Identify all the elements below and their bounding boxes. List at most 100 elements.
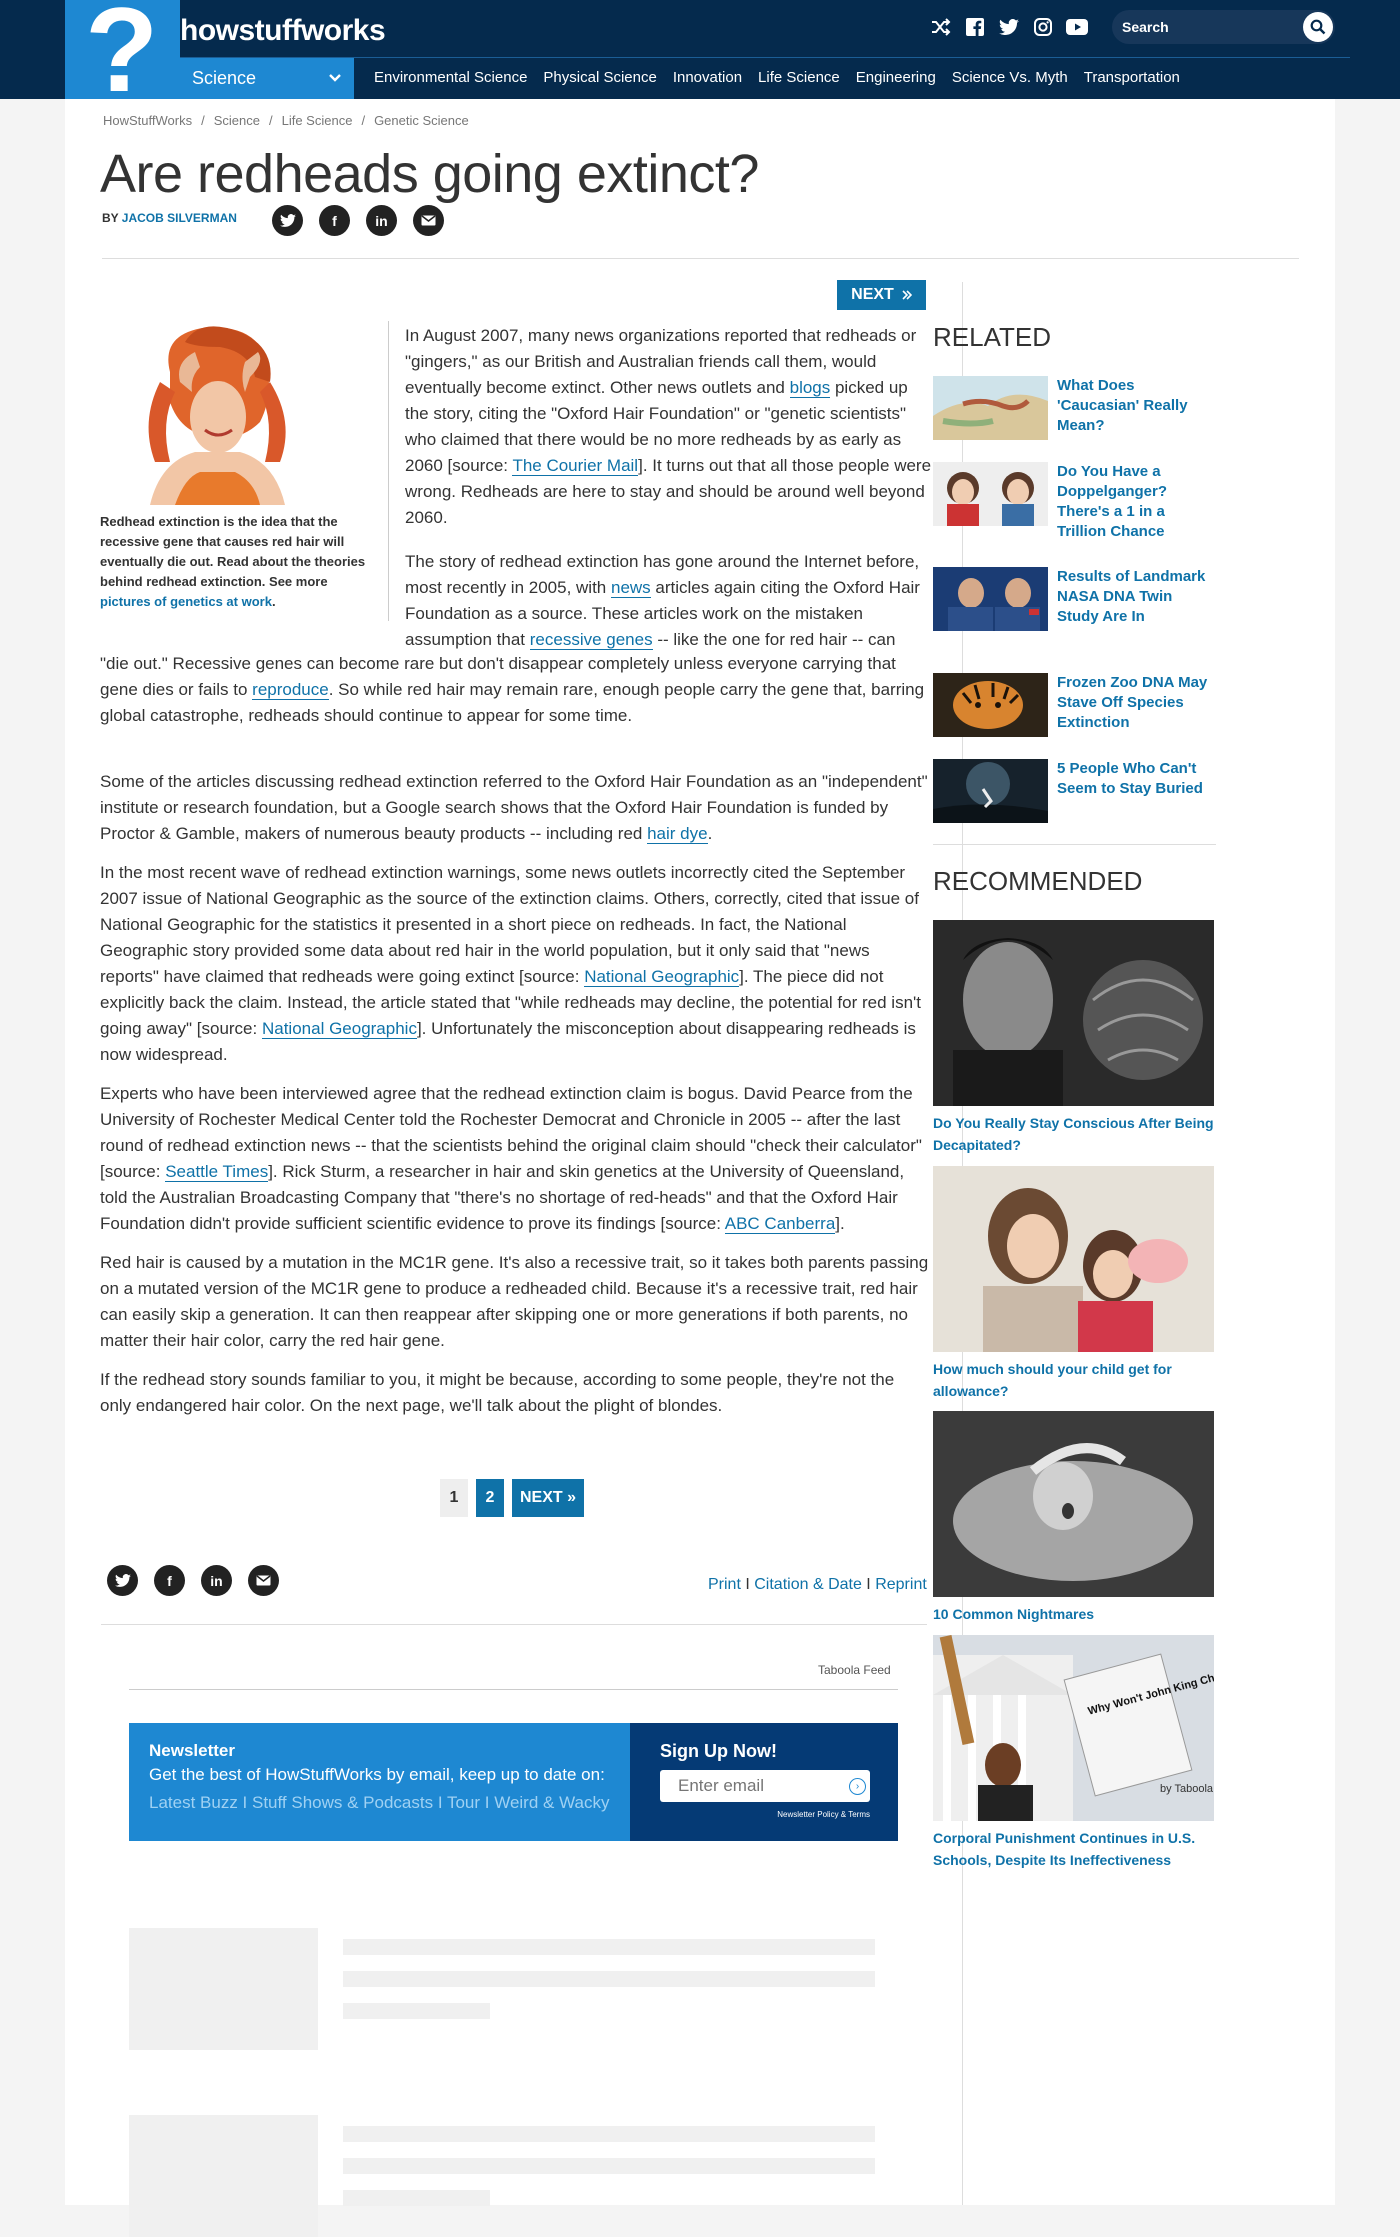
link-courier-mail[interactable]: The Courier Mail (512, 456, 639, 476)
nav-life-science[interactable]: Life Science (758, 69, 840, 86)
share-buttons-top: f in (272, 205, 444, 236)
shuffle-icon[interactable] (930, 16, 952, 38)
recommended-image-decapitation (933, 920, 1214, 1106)
search-box (1112, 10, 1335, 44)
caption-divider (388, 321, 389, 621)
breadcrumb-genetic-science[interactable]: Genetic Science (374, 113, 469, 128)
nav-innovation[interactable]: Innovation (673, 69, 742, 86)
related-title[interactable]: 5 People Who Can't Seem to Stay Buried (1057, 759, 1217, 799)
facebook-share-icon[interactable]: f (154, 1565, 185, 1596)
related-title[interactable]: Results of Landmark NASA DNA Twin Study … (1057, 567, 1217, 627)
category-select-label: Science (192, 68, 257, 88)
breadcrumb-life-science[interactable]: Life Science (282, 113, 353, 128)
brand-name[interactable]: howstuffworks (180, 14, 386, 48)
article-intro: In August 2007, many news organizations … (405, 323, 935, 666)
recommended-title[interactable]: Do You Really Stay Conscious After Being… (933, 1112, 1214, 1156)
recommended-title[interactable]: 10 Common Nightmares (933, 1603, 1214, 1625)
youtube-icon[interactable] (1066, 16, 1088, 38)
related-title[interactable]: What Does 'Caucasian' Really Mean? (1057, 376, 1217, 436)
twitter-share-icon[interactable] (272, 205, 303, 236)
related-title[interactable]: Do You Have a Doppelganger? There's a 1 … (1057, 462, 1217, 542)
pagination: 1 2 NEXT » (440, 1479, 585, 1517)
facebook-share-icon[interactable]: f (319, 205, 350, 236)
article-image-redhead (100, 322, 325, 505)
nav-physical-science[interactable]: Physical Science (543, 69, 656, 86)
divider (933, 844, 1216, 845)
article-body: "die out." Recessive genes can become ra… (100, 651, 930, 1432)
breadcrumb-science[interactable]: Science (214, 113, 260, 128)
by-taboola-label[interactable]: by Taboola (1160, 1783, 1213, 1795)
reprint-link[interactable]: Reprint (875, 1576, 927, 1593)
email-share-icon[interactable] (413, 205, 444, 236)
divider (102, 258, 1299, 259)
recommended-item[interactable]: How much should your child get for allow… (933, 1166, 1214, 1402)
newsletter-policy-link[interactable]: Newsletter Policy & Terms (660, 1810, 870, 1819)
newsletter-signup: Sign Up Now! › Newsletter Policy & Terms (630, 1723, 898, 1841)
nav-science-vs-myth[interactable]: Science Vs. Myth (952, 69, 1068, 86)
newsletter-topics[interactable]: Latest Buzz I Stuff Shows & Podcasts I T… (149, 1793, 610, 1813)
recommended-item[interactable]: Do You Really Stay Conscious After Being… (933, 920, 1214, 1156)
related-thumbnail-astronauts (933, 567, 1048, 631)
email-share-icon[interactable] (248, 1565, 279, 1596)
article-tools: Print I Citation & Date I Reprint (708, 1576, 927, 1594)
citation-link[interactable]: Citation & Date (754, 1576, 862, 1593)
print-link[interactable]: Print (708, 1576, 741, 1593)
pager-next-button[interactable]: NEXT » (512, 1479, 585, 1517)
linkedin-share-icon[interactable]: in (366, 205, 397, 236)
author-link[interactable]: JACOB SILVERMAN (122, 211, 237, 225)
recommended-title[interactable]: How much should your child get for allow… (933, 1358, 1214, 1402)
recommended-item[interactable]: Why Won't John King Chair End USA School… (933, 1635, 1214, 1871)
loading-placeholder-line (343, 2003, 490, 2019)
newsletter-description: Get the best of HowStuffWorks by email, … (149, 1765, 605, 1784)
image-caption: Redhead extinction is the idea that the … (100, 512, 370, 612)
link-abc-canberra[interactable]: ABC Canberra (724, 1214, 836, 1234)
nav-transportation[interactable]: Transportation (1084, 69, 1180, 86)
link-recessive-genes[interactable]: recessive genes (529, 630, 653, 650)
link-national-geographic[interactable]: National Geographic (261, 1019, 417, 1039)
tools-separator: I (740, 1576, 755, 1593)
question-mark-logo-icon: ? (85, 0, 159, 99)
category-select[interactable]: Science (180, 58, 354, 99)
link-hair-dye[interactable]: hair dye (647, 824, 708, 844)
link-national-geographic[interactable]: National Geographic (584, 967, 740, 987)
twitter-icon[interactable] (998, 16, 1020, 38)
search-icon (1310, 19, 1326, 35)
link-seattle-times[interactable]: Seattle Times (165, 1162, 269, 1182)
email-field[interactable] (660, 1770, 840, 1802)
search-input[interactable] (1122, 10, 1282, 44)
twitter-share-icon[interactable] (107, 1565, 138, 1596)
newsletter-banner: Newsletter Get the best of HowStuffWorks… (129, 1723, 898, 1841)
divider (129, 1689, 898, 1690)
link-blogs[interactable]: blogs (789, 378, 831, 398)
recommended-image-piggy-bank (933, 1166, 1214, 1352)
search-button[interactable] (1303, 12, 1333, 42)
nav-environmental-science[interactable]: Environmental Science (374, 69, 527, 86)
caption-link[interactable]: pictures of genetics at work (100, 594, 272, 609)
page-title: Are redheads going extinct? (100, 144, 759, 204)
linkedin-share-icon[interactable]: in (201, 1565, 232, 1596)
site-logo[interactable]: ? (65, 0, 180, 99)
nav-engineering[interactable]: Engineering (856, 69, 936, 86)
instagram-icon[interactable] (1032, 16, 1054, 38)
paragraph: Some of the articles discussing redhead … (100, 769, 930, 847)
next-page-button[interactable]: NEXT (837, 280, 926, 310)
related-thumbnail-tiger (933, 673, 1048, 737)
submit-arrow-icon[interactable]: › (849, 1778, 866, 1795)
recommended-item[interactable]: 10 Common Nightmares (933, 1411, 1214, 1625)
link-news[interactable]: news (610, 578, 651, 598)
related-thumbnail-twins (933, 462, 1048, 526)
loading-placeholder-line (343, 1971, 875, 1987)
link-reproduce[interactable]: reproduce (252, 680, 329, 700)
chevron-down-icon (328, 68, 342, 90)
newsletter-title: Newsletter (149, 1741, 235, 1760)
page-1-current: 1 (440, 1479, 468, 1517)
page-2-link[interactable]: 2 (476, 1479, 504, 1517)
facebook-icon[interactable] (964, 16, 986, 38)
recommended-title[interactable]: Corporal Punishment Continues in U.S. Sc… (933, 1827, 1214, 1871)
taboola-feed-label[interactable]: Taboola Feed (818, 1663, 891, 1677)
related-title[interactable]: Frozen Zoo DNA May Stave Off Species Ext… (1057, 673, 1217, 733)
breadcrumb-home[interactable]: HowStuffWorks (103, 113, 192, 128)
paragraph: If the redhead story sounds familiar to … (100, 1370, 895, 1415)
paragraph: Red hair is caused by a mutation in the … (100, 1253, 929, 1350)
recommended-heading: RECOMMENDED (933, 866, 1143, 896)
